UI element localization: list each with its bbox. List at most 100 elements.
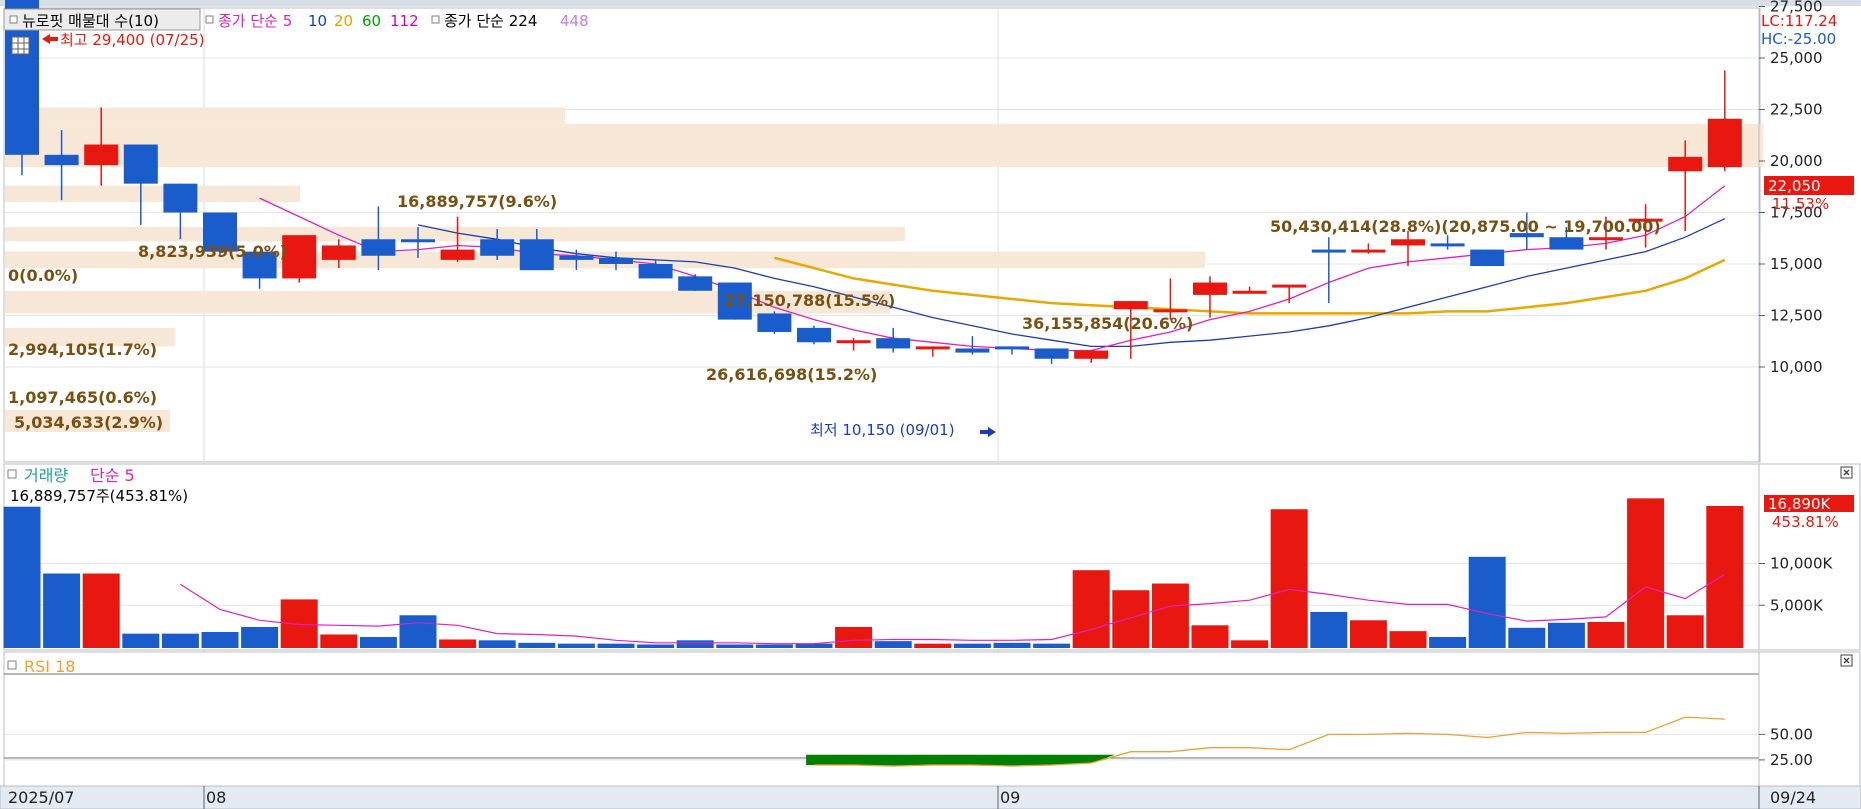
legend-item: 20 (334, 12, 353, 30)
current-price-label: 22,050 (1768, 177, 1821, 195)
x-axis: 2025/07 08 09 09/24 (0, 785, 1861, 809)
price-tick-label: 20,000 (1770, 152, 1823, 170)
legend-item: 112 (390, 12, 419, 30)
candle (282, 235, 317, 283)
volume-bar (676, 640, 714, 648)
legend-item: 종가 단순 5 (218, 12, 292, 30)
top-toolbar-strip (0, 0, 1861, 6)
volume-bar (1231, 640, 1269, 648)
stock-chart: 16,889,757(9.6%) 50,430,414(28.8%)(20,875… (0, 0, 1861, 809)
volume-bar (320, 634, 358, 648)
volume-bar (439, 639, 477, 648)
volume-current-label: 16,890K (1768, 495, 1831, 513)
candle (678, 274, 713, 291)
volume-bar (1191, 625, 1229, 648)
volume-bar (1706, 505, 1744, 648)
volume-profile-label: 16,889,757(9.6%) (397, 192, 557, 211)
volume-bar (161, 633, 199, 648)
volume-bar (82, 573, 120, 648)
volume-tick-label: 5,000K (1770, 596, 1824, 614)
candle (1470, 249, 1505, 267)
rsi-tick-label: 50.00 (1770, 725, 1813, 743)
volume-close-icon[interactable] (1840, 466, 1853, 479)
candle (797, 325, 831, 345)
volume-bar (1349, 620, 1387, 648)
legend-item: 60 (362, 12, 381, 30)
volume-profile-label: 2,994,105(1.7%) (8, 340, 157, 359)
volume-bar (953, 643, 991, 648)
legend-item: 뉴로핏 매물대 수(10) (22, 12, 159, 30)
volume-profile-label: 1,097,465(0.6%) (8, 388, 157, 407)
rsi-legend: RSI 18 (24, 657, 75, 676)
volume-profile-label: 26,616,698(15.2%) (706, 365, 877, 384)
volume-bar (1508, 627, 1546, 648)
volume-bar (518, 642, 556, 648)
x-axis-bar (0, 785, 1861, 809)
volume-bar (201, 631, 239, 648)
volume-bar (557, 643, 595, 648)
volume-profile-label: 0(0.0%) (8, 266, 78, 285)
current-change-label: 11.53% (1772, 195, 1829, 213)
lc-label: LC:117.24 (1761, 12, 1837, 30)
volume-bar (1072, 570, 1110, 648)
volume-bar (1468, 556, 1506, 648)
volume-bar (1151, 583, 1189, 648)
volume-bar (399, 615, 437, 648)
rsi-legend-box-icon[interactable] (7, 660, 17, 670)
x-axis-right-label: 09/24 (1770, 788, 1816, 807)
legend-item: 448 (560, 12, 589, 30)
volume-bar (993, 642, 1031, 648)
price-tick-label: 15,000 (1770, 255, 1823, 273)
legend-item: 종가 단순 224 (444, 12, 537, 30)
volume-tick-label: 10,000K (1770, 555, 1833, 573)
volume-bar (478, 640, 516, 648)
low-marker-label: 최저 10,150 (09/01) (810, 421, 955, 439)
volume-bar (914, 643, 952, 648)
volume-profile-band (5, 107, 565, 124)
volume-bar (716, 644, 754, 648)
price-tick-label: 12,500 (1770, 307, 1823, 325)
legend-item: 10 (308, 12, 327, 30)
volume-profile-label: 27,150,788(15.5%) (724, 291, 895, 310)
x-axis-label: 09 (1000, 788, 1020, 807)
price-axis: 27,50025,00022,50020,00017,50015,00012,5… (1758, 0, 1823, 462)
rsi-close-icon[interactable] (1840, 654, 1853, 667)
price-tick-label: 10,000 (1770, 358, 1823, 376)
volume-bar (755, 644, 793, 648)
rsi-panel: 50.00 25.00 RSI 18 (3, 651, 1861, 787)
volume-bar (1033, 643, 1071, 648)
high-marker-label: 최고 29,400 (07/25) (60, 31, 205, 49)
volume-bar (43, 573, 81, 648)
volume-bar (1270, 509, 1308, 648)
volume-profile-label: 50,430,414(28.8%)(20,875.00 ~ 19,700.00) (1270, 217, 1661, 236)
legend-box-icon[interactable] (431, 15, 440, 24)
price-tick-label: 25,000 (1770, 49, 1823, 67)
volume-bar (1627, 498, 1665, 648)
rsi-plot-area (3, 651, 1861, 787)
price-tick-label: 22,500 (1770, 101, 1823, 119)
legend-box-icon[interactable] (205, 15, 214, 24)
volume-bar (795, 643, 833, 648)
volume-bar (1310, 611, 1348, 648)
hc-label: HC:-25.00 (1761, 30, 1836, 48)
volume-bar (1429, 636, 1467, 648)
volume-bar (1666, 615, 1704, 648)
volume-bar (1587, 621, 1625, 648)
x-axis-label: 08 (206, 788, 226, 807)
volume-ma-legend: 단순 5 (90, 466, 135, 485)
volume-profile-label: 36,155,854(20.6%) (1022, 314, 1193, 333)
volume-bar (597, 643, 635, 648)
x-axis-label: 2025/07 (8, 788, 74, 807)
grid-toggle-icon[interactable] (11, 36, 30, 55)
volume-last-value: 16,889,757주(453.81%) (10, 487, 188, 505)
volume-profile-band (5, 185, 300, 203)
volume-bar (122, 633, 160, 648)
volume-legend-box-icon[interactable] (7, 469, 17, 479)
volume-bar (835, 626, 873, 648)
volume-legend: 거래량 (24, 466, 68, 485)
volume-current-pct: 453.81% (1772, 513, 1839, 531)
volume-bar (359, 636, 397, 648)
legend-box-icon[interactable] (9, 15, 18, 24)
volume-bar (1389, 631, 1427, 648)
volume-bar (3, 506, 41, 648)
